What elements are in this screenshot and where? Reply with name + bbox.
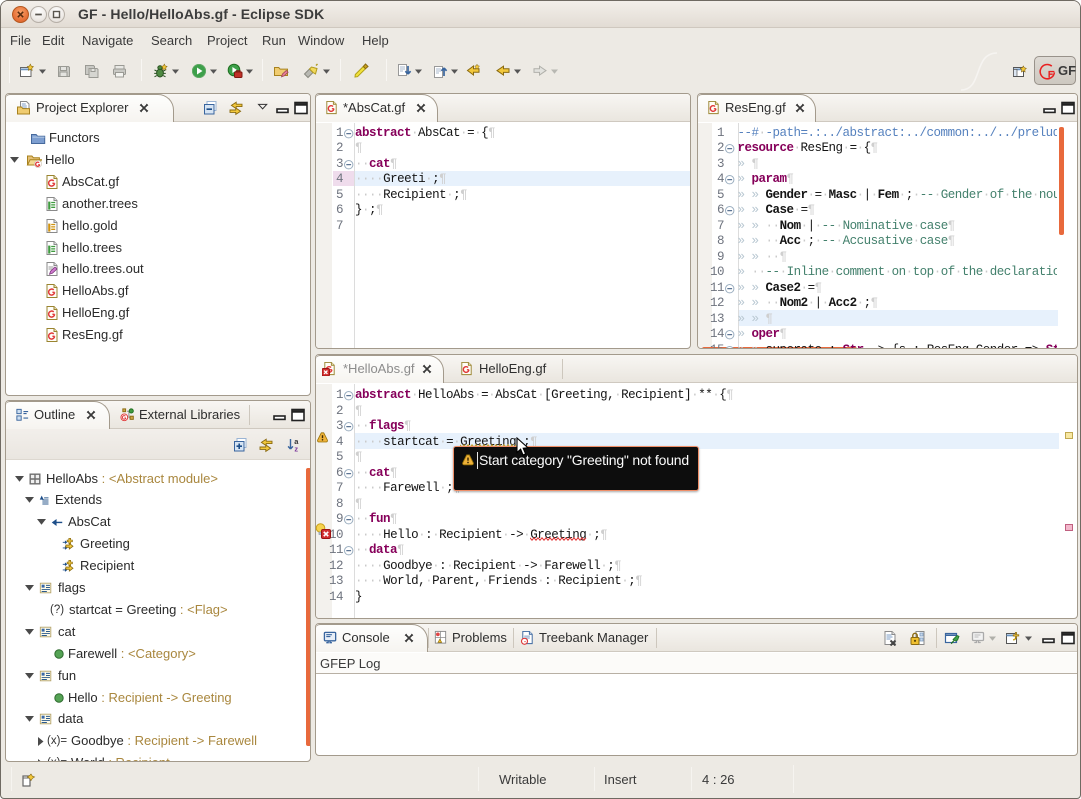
svg-text:z: z xyxy=(294,445,298,454)
